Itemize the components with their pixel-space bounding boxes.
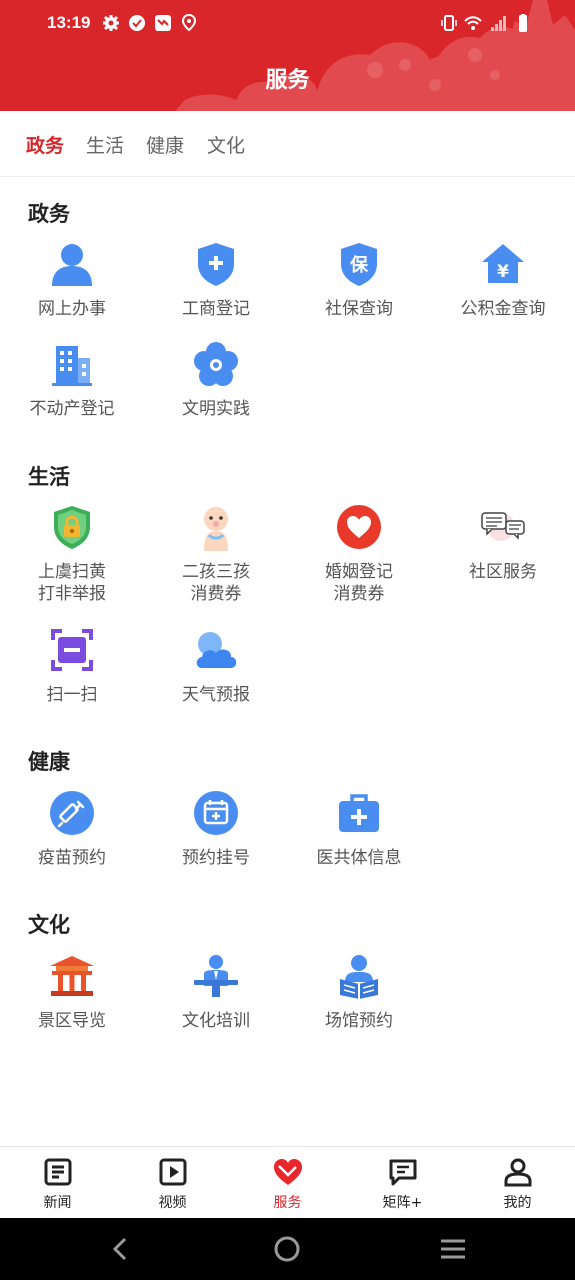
service-label: 社保查询 [325, 299, 393, 319]
service-vaccine-booking[interactable]: 疫苗预约 [0, 789, 144, 884]
syringe-icon [50, 791, 94, 835]
chat-bubbles-icon [481, 512, 525, 541]
house-yen-icon: ¥ [482, 244, 524, 283]
weather-cloud-icon [196, 632, 237, 668]
category-tabs: 政务 生活 健康 文化 [0, 111, 575, 177]
medical-kit-icon [339, 794, 379, 832]
news-icon [44, 1158, 71, 1186]
service-label: 网上办事 [38, 299, 106, 319]
service-label: 文明实践 [182, 399, 250, 419]
lecturer-icon [194, 955, 238, 997]
service-hospital-appointment[interactable]: 预约挂号 [144, 789, 288, 884]
vibrate-icon [441, 15, 457, 31]
location-pin-icon [181, 14, 197, 32]
service-label: 景区导览 [38, 1011, 106, 1031]
tab-culture[interactable]: 文化 [207, 131, 245, 158]
service-marriage-voucher[interactable]: 婚姻登记 消费券 [287, 503, 431, 604]
pavilion-icon [50, 956, 94, 996]
service-label: 婚姻登记 消费券 [325, 562, 393, 604]
service-label: 不动产登记 [29, 399, 115, 419]
battery-icon [519, 14, 527, 32]
service-online-affairs[interactable]: 网上办事 [0, 240, 144, 335]
recent-apps-icon[interactable] [436, 1232, 470, 1266]
scan-icon [51, 629, 93, 671]
tab-life[interactable]: 生活 [86, 131, 124, 158]
shield-plus-icon [198, 243, 234, 286]
status-bar: 13:19 [0, 10, 575, 38]
page-title: 服务 [265, 68, 310, 93]
back-icon[interactable] [104, 1232, 138, 1266]
service-civilization-practice[interactable]: 文明实践 [144, 340, 288, 435]
service-label: 扫一扫 [46, 685, 98, 705]
service-anti-porn-report[interactable]: 上虞扫黄 打非举报 [0, 503, 144, 604]
nav-service[interactable]: 服务 [230, 1147, 345, 1219]
service-weather[interactable]: 天气预报 [144, 626, 288, 721]
person-icon [52, 244, 92, 286]
nav-matrix[interactable]: 矩阵+ [345, 1147, 460, 1219]
svg-text:保: 保 [349, 254, 369, 276]
service-label: 场馆预约 [325, 1011, 393, 1031]
shield-bao-icon: 保 [341, 243, 377, 286]
service-medical-community-info[interactable]: 医共体信息 [287, 789, 431, 884]
service-second-third-child-voucher[interactable]: 二孩三孩 消费券 [144, 503, 288, 604]
service-heart-icon [273, 1159, 302, 1185]
service-housing-fund[interactable]: ¥ 公积金查询 [431, 240, 575, 335]
nav-news[interactable]: 新闻 [0, 1147, 115, 1219]
nav-mine[interactable]: 我的 [460, 1147, 575, 1219]
section-title-culture: 文化 [28, 913, 70, 937]
service-label: 工商登记 [182, 299, 250, 319]
home-icon[interactable] [270, 1232, 304, 1266]
service-community[interactable]: 社区服务 [431, 503, 575, 598]
settings-gear-icon [103, 15, 119, 31]
lock-shield-icon [54, 506, 90, 549]
nav-label: 矩阵+ [382, 1195, 423, 1211]
nav-label: 新闻 [43, 1195, 72, 1211]
tab-gov[interactable]: 政务 [26, 131, 64, 158]
nav-label: 服务 [273, 1195, 302, 1211]
service-label: 上虞扫黄 打非举报 [38, 562, 106, 604]
service-cultural-training[interactable]: 文化培训 [144, 952, 288, 1047]
service-label: 公积金查询 [460, 299, 546, 319]
flower-icon [194, 342, 238, 386]
reader-icon [340, 955, 378, 999]
service-label: 天气预报 [182, 685, 250, 705]
app-header: 13:19 服务 [0, 0, 575, 111]
service-label: 文化培训 [182, 1011, 250, 1031]
service-label: 预约挂号 [182, 848, 250, 868]
service-label: 疫苗预约 [38, 848, 106, 868]
wifi-icon [464, 16, 482, 30]
service-scenic-guide[interactable]: 景区导览 [0, 952, 144, 1047]
status-time: 13:19 [47, 13, 91, 32]
app-notification-icon [155, 15, 171, 31]
service-venue-booking[interactable]: 场馆预约 [287, 952, 431, 1047]
service-scan[interactable]: 扫一扫 [0, 626, 144, 721]
service-business-registration[interactable]: 工商登记 [144, 240, 288, 335]
video-icon [159, 1158, 186, 1186]
service-label: 社区服务 [469, 562, 537, 582]
service-label: 医共体信息 [316, 848, 402, 868]
section-title-health: 健康 [28, 750, 70, 774]
baby-icon [204, 507, 228, 551]
nav-video[interactable]: 视频 [115, 1147, 230, 1219]
service-label: 二孩三孩 消费券 [182, 562, 250, 604]
signal-icon [491, 16, 506, 31]
bottom-navigation: 新闻 视频 服务 矩阵+ 我的 [0, 1146, 575, 1218]
section-title-gov: 政务 [28, 202, 70, 226]
buildings-icon [52, 346, 92, 386]
tab-health[interactable]: 健康 [146, 131, 184, 158]
nav-label: 我的 [503, 1195, 532, 1211]
service-social-security[interactable]: 保 社保查询 [287, 240, 431, 335]
heart-icon [337, 505, 381, 549]
svg-text:¥: ¥ [497, 262, 509, 282]
system-navigation-bar [0, 1218, 575, 1280]
chat-box-icon [389, 1159, 416, 1186]
calendar-plus-icon [194, 791, 238, 835]
check-circle-icon [129, 15, 145, 31]
service-real-estate[interactable]: 不动产登记 [0, 340, 144, 435]
section-title-life: 生活 [28, 465, 70, 489]
profile-icon [504, 1158, 531, 1187]
nav-label: 视频 [158, 1195, 187, 1211]
